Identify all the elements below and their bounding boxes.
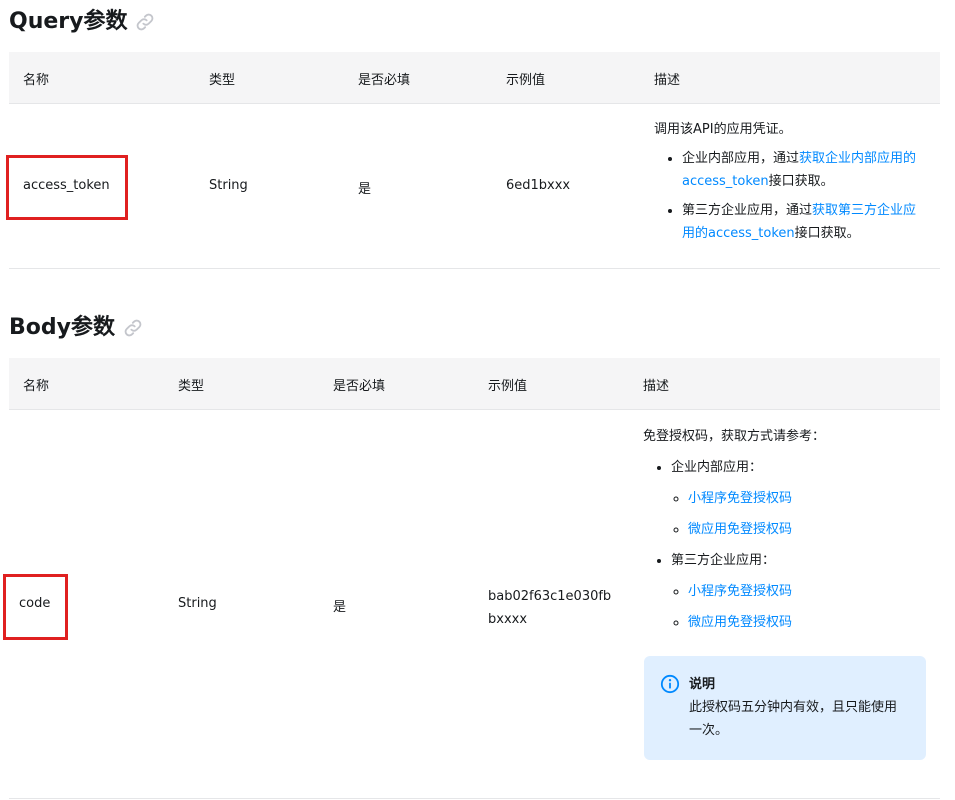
note-title: 说明 xyxy=(689,673,908,696)
link-icon[interactable] xyxy=(123,318,143,338)
param-example: bab02f63c1e030fbbxxxx xyxy=(488,585,618,631)
param-required: 是 xyxy=(333,596,346,615)
list-item: 小程序免登授权码 xyxy=(688,580,928,603)
param-type: String xyxy=(209,178,248,193)
query-section-title: Query参数 xyxy=(9,7,155,37)
col-header-name: 名称 xyxy=(23,375,49,394)
desc-intro: 调用该API的应用凭证。 xyxy=(654,118,929,141)
bullet-text: 企业内部应用，通过 xyxy=(682,151,799,166)
highlight-box-access-token xyxy=(6,155,128,220)
list-item: 企业内部应用，通过获取企业内部应用的access_token接口获取。 xyxy=(682,147,929,193)
note-text: 此授权码五分钟内有效，且只能使用一次。 xyxy=(689,696,908,742)
bullet-text: 第三方企业应用，通过 xyxy=(682,203,812,218)
col-header-name: 名称 xyxy=(23,69,49,88)
highlight-box-code xyxy=(3,574,68,640)
query-params-table: 名称 类型 是否必填 示例值 描述 access_token String 是 … xyxy=(9,52,940,269)
bullet-text: 接口获取。 xyxy=(769,174,834,189)
internal-miniapp-auth-code-link[interactable]: 小程序免登授权码 xyxy=(688,491,792,506)
col-header-type: 类型 xyxy=(209,69,235,88)
desc-intro: 免登授权码，获取方式请参考： xyxy=(643,425,928,448)
info-icon xyxy=(660,674,680,694)
col-header-example: 示例值 xyxy=(506,69,545,88)
body-title-text: Body参数 xyxy=(9,313,115,343)
col-header-desc: 描述 xyxy=(643,375,669,394)
query-title-text: Query参数 xyxy=(9,7,127,37)
col-header-desc: 描述 xyxy=(654,69,680,88)
third-party-microapp-auth-code-link[interactable]: 微应用免登授权码 xyxy=(688,615,792,630)
col-header-required: 是否必填 xyxy=(333,375,385,394)
param-required: 是 xyxy=(358,178,371,197)
body-section-title: Body参数 xyxy=(9,313,143,343)
list-item: 第三方企业应用，通过获取第三方企业应用的access_token接口获取。 xyxy=(682,199,929,245)
group-label-internal: 企业内部应用： xyxy=(671,460,762,475)
list-item: 小程序免登授权码 xyxy=(688,487,928,510)
info-note: 说明 此授权码五分钟内有效，且只能使用一次。 xyxy=(644,656,926,760)
link-icon[interactable] xyxy=(135,12,155,32)
param-description: 调用该API的应用凭证。 企业内部应用，通过获取企业内部应用的access_to… xyxy=(654,118,929,245)
table-row: access_token String 是 6ed1bxxx 调用该API的应用… xyxy=(9,104,940,269)
group-label-third-party: 第三方企业应用： xyxy=(671,553,775,568)
list-item: 第三方企业应用： 小程序免登授权码 微应用免登授权码 xyxy=(671,549,928,634)
col-header-required: 是否必填 xyxy=(358,69,410,88)
table-header: 名称 类型 是否必填 示例值 描述 xyxy=(9,358,940,410)
param-example: 6ed1bxxx xyxy=(506,178,570,193)
col-header-example: 示例值 xyxy=(488,375,527,394)
list-item: 微应用免登授权码 xyxy=(688,518,928,541)
internal-microapp-auth-code-link[interactable]: 微应用免登授权码 xyxy=(688,522,792,537)
third-party-miniapp-auth-code-link[interactable]: 小程序免登授权码 xyxy=(688,584,792,599)
bullet-text: 接口获取。 xyxy=(795,226,860,241)
col-header-type: 类型 xyxy=(178,375,204,394)
table-header: 名称 类型 是否必填 示例值 描述 xyxy=(9,52,940,104)
list-item: 微应用免登授权码 xyxy=(688,611,928,634)
param-type: String xyxy=(178,596,217,611)
param-description: 免登授权码，获取方式请参考： 企业内部应用： 小程序免登授权码 微应用免登授权码… xyxy=(643,425,928,642)
list-item: 企业内部应用： 小程序免登授权码 微应用免登授权码 xyxy=(671,456,928,541)
